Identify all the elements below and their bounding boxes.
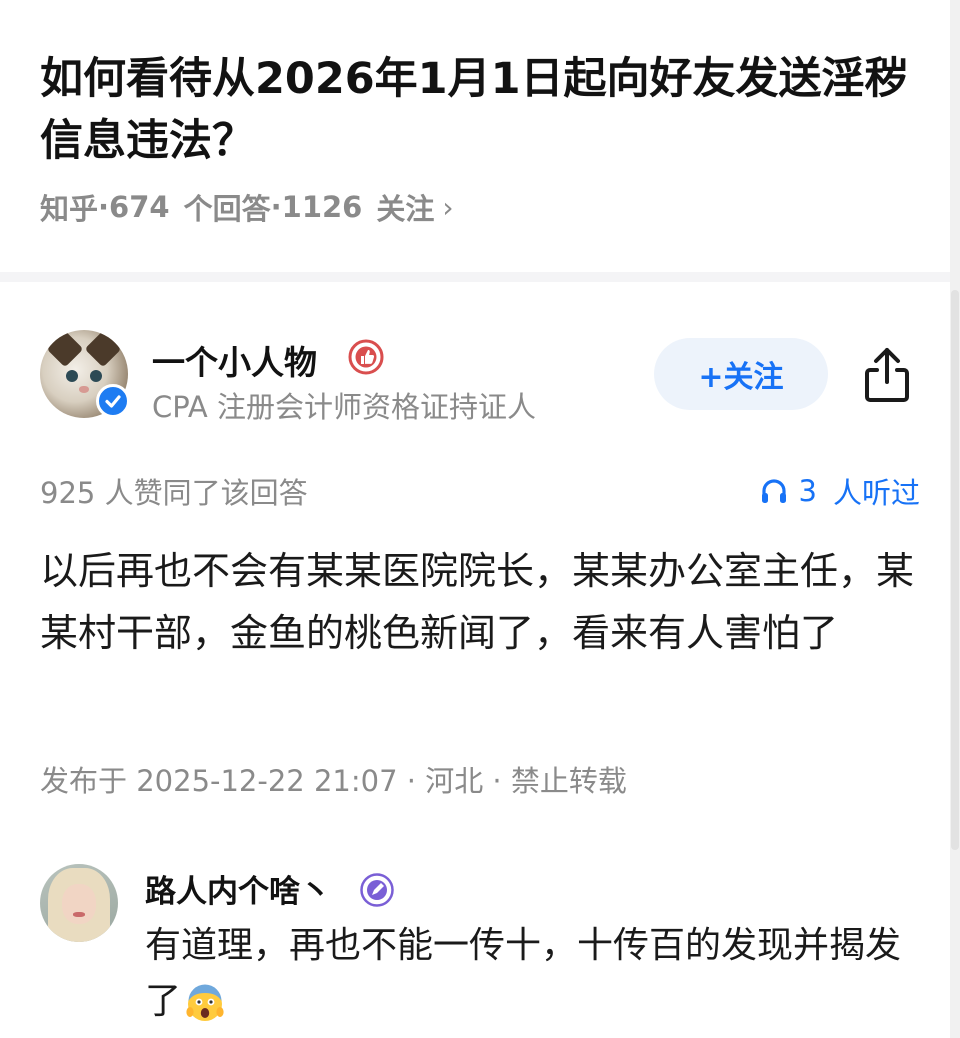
question-meta[interactable]: 知乎 · 674 个回答 · 1126 关注 › (40, 186, 454, 228)
scrollbar-track[interactable] (950, 0, 960, 1038)
share-icon[interactable] (860, 344, 914, 404)
listen-label: 人听过 (832, 476, 920, 510)
author-name[interactable]: 一个小人物 (152, 336, 317, 384)
pen-badge-icon (360, 873, 394, 907)
meta-separator: · (270, 190, 282, 224)
comment-text-body: 有道理，再也不能一传十，十传百的发现并揭发了 (145, 925, 902, 1022)
scrollbar-thumb[interactable] (951, 290, 959, 850)
commenter-name[interactable]: 路人内个啥丶 (145, 866, 331, 911)
followers-count: 1126 (281, 190, 363, 224)
verified-check-icon (96, 384, 130, 418)
question-source: 知乎 (40, 192, 99, 226)
question-title[interactable]: 如何看待从2026年1月1日起向好友发送淫秽信息违法？ (40, 48, 920, 172)
comment-text: 有道理，再也不能一传十，十传百的发现并揭发了 (145, 918, 935, 1030)
answers-label: 个回答 (183, 192, 271, 226)
answer-page: 如何看待从2026年1月1日起向好友发送淫秽信息违法？ 知乎 · 674 个回答… (0, 0, 960, 1038)
commenter-avatar[interactable] (40, 864, 118, 942)
approve-count: 925 人赞同了该回答 (40, 476, 308, 510)
author-description: CPA 注册会计师资格证持证人 (152, 390, 536, 424)
meta-separator: · (98, 190, 110, 224)
chevron-right-icon: › (442, 190, 454, 224)
follow-button[interactable]: +关注 (654, 338, 828, 410)
answer-author-row: 一个小人物 CPA 注册会计师资格证持证人 +关注 (0, 322, 960, 424)
answers-count: 674 (109, 190, 170, 224)
publish-info: 发布于 2025-12-22 21:07 · 河北 · 禁止转载 (40, 764, 627, 798)
comment-item: 路人内个啥丶 有道理，再也不能一传十，十传百的发现并揭发了 (0, 858, 960, 1038)
listen-number: 3 (798, 474, 817, 508)
followers-label: 关注 (376, 192, 435, 226)
listen-count[interactable]: 3 人听过 (759, 470, 920, 512)
headphones-icon (761, 479, 786, 503)
section-divider (0, 272, 960, 282)
screaming-face-emoji (186, 984, 224, 1021)
answer-stats-row: 925 人赞同了该回答 3 人听过 (0, 468, 960, 512)
question-header: 如何看待从2026年1月1日起向好友发送淫秽信息违法？ 知乎 · 674 个回答… (0, 0, 960, 272)
answer-content: 以后再也不会有某某医院院长，某某办公室主任，某某村干部，金鱼的桃色新闻了，看来有… (40, 549, 915, 655)
thumbs-up-badge-icon (348, 339, 384, 375)
